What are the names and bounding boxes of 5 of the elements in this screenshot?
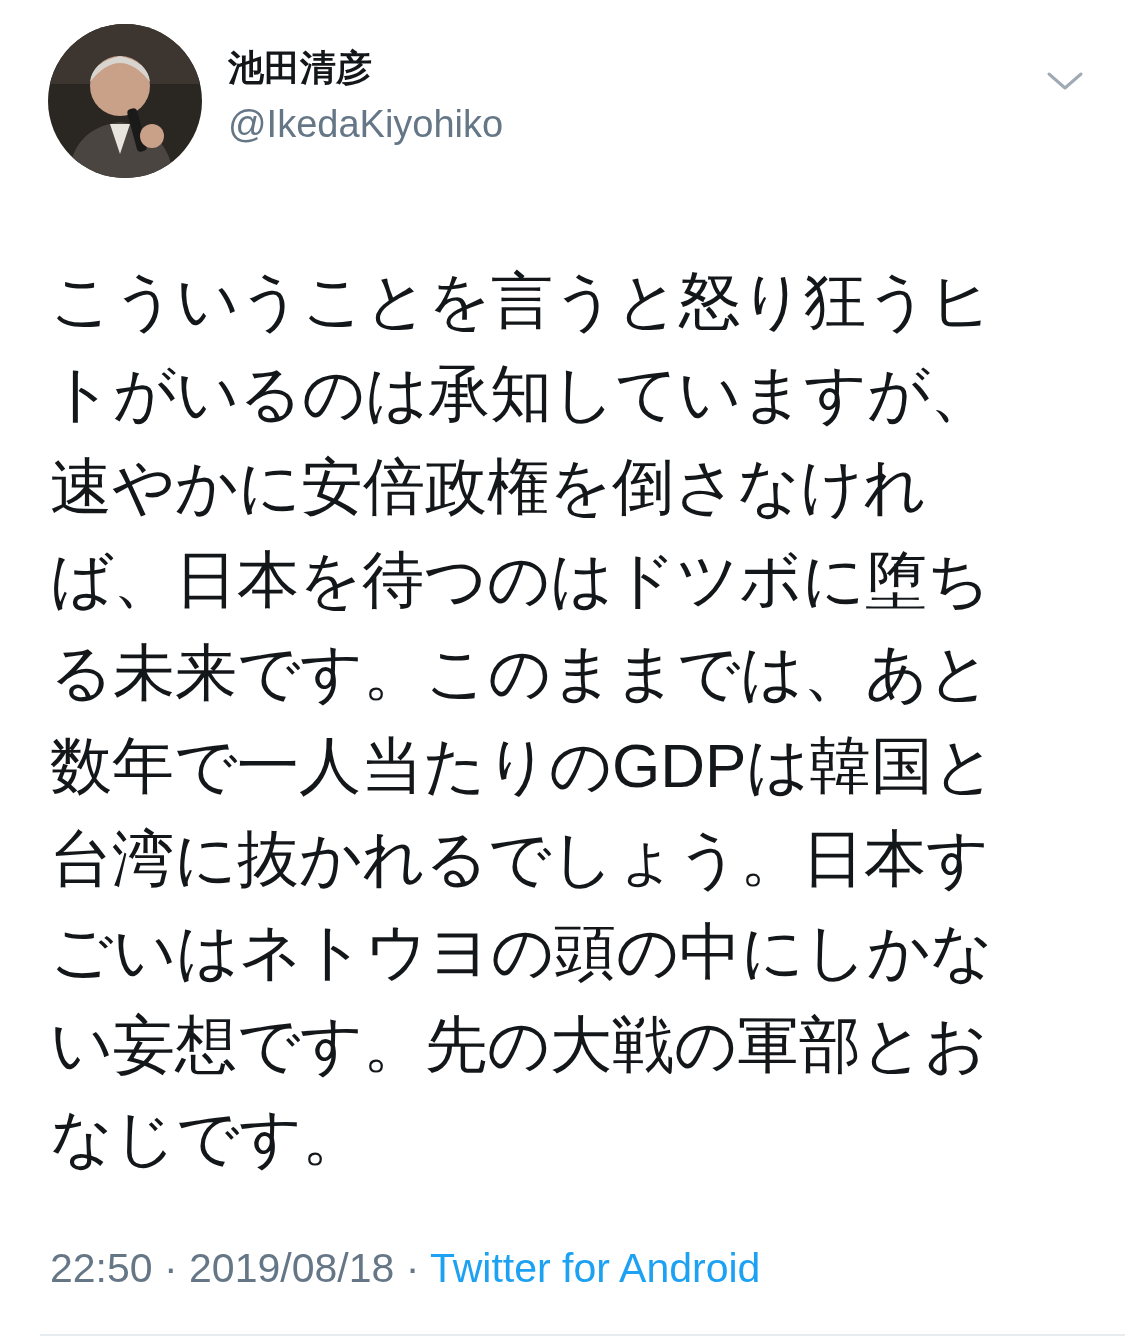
source-link[interactable]: Twitter for Android: [429, 1245, 761, 1291]
tweet-text: こういうことを言うと怒り狂うヒ トがいるのは承知していますが、 速やかに安倍政権を倒さなけれ ば、日本を待つのはドツボに堕ち る未来です。このままでは、あと 数年で一人当たりのGDPは韓国と 台湾に抜かれるでしょう。日本す ごいはネトウヨの頭の中にしかな い妄想です。先の大戦の軍部とお なじです。: [50, 265, 998, 1174]
author-handle: @IkedaKiyohiko: [228, 102, 504, 147]
author-name: 池田清彦: [228, 46, 373, 90]
tweet-meta: 22:50 · 2019/08/18 · Twitter for Android: [50, 1244, 761, 1293]
